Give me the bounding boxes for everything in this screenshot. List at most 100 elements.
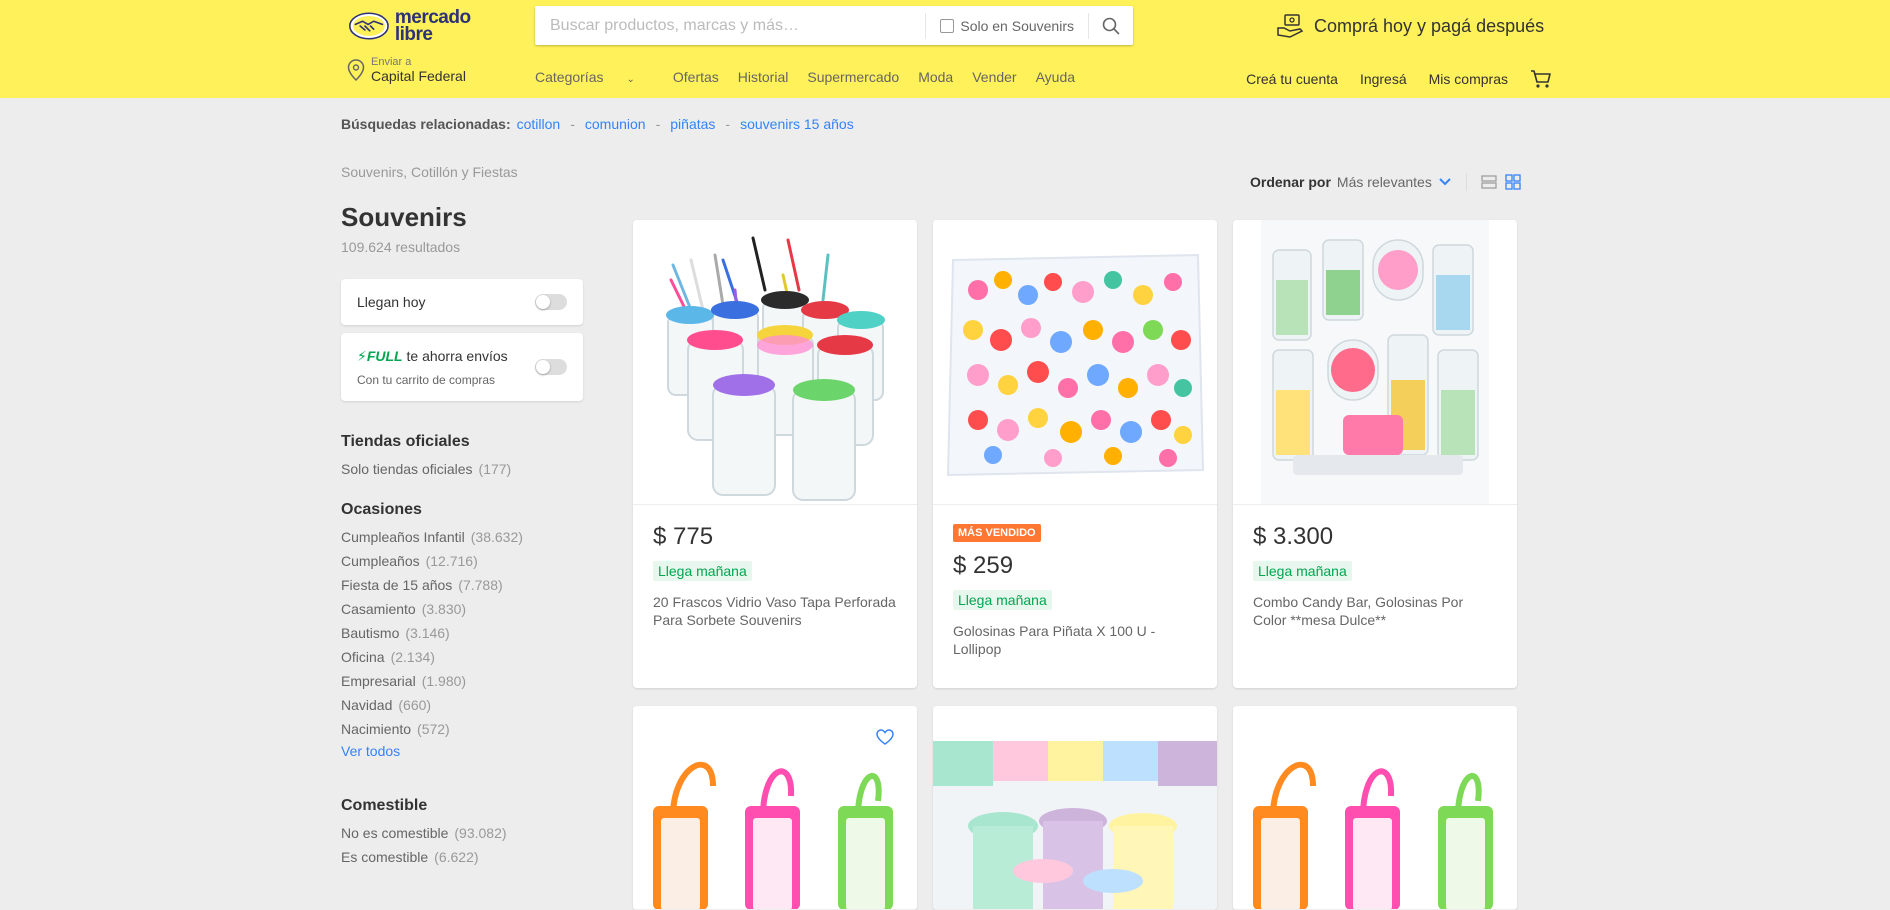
shipping-label: Llega mañana — [953, 590, 1052, 610]
product-card[interactable]: MÁS VENDIDO $ 259 Llega mañana Golosinas… — [933, 220, 1217, 688]
occasion-item[interactable]: Cumpleaños (12.716) — [341, 549, 583, 573]
occasions-list: Cumpleaños Infantil (38.632) Cumpleaños (1… — [341, 525, 583, 741]
product-title[interactable]: Combo Candy Bar, Golosinas Por Color **m… — [1253, 593, 1497, 629]
category-breadcrumb[interactable]: Souvenirs, Cotillón y Fiestas — [341, 164, 583, 180]
nav-moda[interactable]: Moda — [918, 69, 953, 85]
filter-arrive-today[interactable]: Llegan hoy — [341, 279, 583, 325]
occasion-item[interactable]: Cumpleaños Infantil (38.632) — [341, 525, 583, 549]
sort-label: Ordenar por — [1250, 174, 1331, 190]
sanitizer-holders-image — [1233, 706, 1517, 909]
chevron-down-icon: ⌄ — [626, 74, 635, 85]
filter-item-count: (6.622) — [434, 849, 479, 865]
nav-ayuda[interactable]: Ayuda — [1036, 69, 1075, 85]
related-separator: - — [725, 116, 731, 132]
occasion-item[interactable]: Fiesta de 15 años (7.788) — [341, 573, 583, 597]
filter-item-label: Solo tiendas oficiales — [341, 461, 473, 477]
filter-official-stores[interactable]: Solo tiendas oficiales (177) — [341, 457, 583, 481]
related-label: Búsquedas relacionadas: — [341, 116, 511, 132]
grid-view-button[interactable] — [1505, 174, 1521, 190]
list-view-button[interactable] — [1481, 174, 1497, 190]
filter-item-label: Navidad — [341, 697, 393, 713]
arrive-today-toggle[interactable] — [535, 294, 567, 310]
related-separator: - — [570, 116, 575, 132]
product-card[interactable]: $ 775 Llega mañana 20 Frascos Vidrio Vas… — [633, 220, 917, 688]
list-view-icon — [1481, 175, 1497, 189]
product-image-hand-sanitizer-2[interactable] — [1233, 706, 1517, 910]
product-image-candy-bar[interactable] — [1233, 220, 1517, 505]
occasion-item[interactable]: Oficina (2.134) — [341, 645, 583, 669]
sort-bar: Ordenar por Más relevantes — [1250, 173, 1529, 191]
nav-supermercado[interactable]: Supermercado — [807, 69, 899, 85]
location-selector[interactable]: Enviar a Capital Federal — [347, 56, 466, 84]
filter-item-count: (3.146) — [405, 625, 450, 641]
occasions-see-all-link[interactable]: Ver todos — [341, 743, 583, 759]
glass-jars-image — [633, 220, 917, 504]
full-toggle[interactable] — [535, 359, 567, 375]
shipping-label: Llega mañana — [1253, 561, 1352, 581]
occasions-title: Ocasiones — [341, 501, 422, 518]
only-in-souvenirs-checkbox[interactable]: Solo en Souvenirs — [926, 18, 1088, 34]
product-image-hand-sanitizer[interactable] — [633, 706, 917, 910]
related-term-pinatas[interactable]: piñatas — [670, 116, 715, 132]
nav-ofertas[interactable]: Ofertas — [673, 69, 719, 85]
product-title[interactable]: Golosinas Para Piñata X 100 U - Lollipop — [953, 622, 1197, 658]
occasion-item[interactable]: Bautismo (3.146) — [341, 621, 583, 645]
nav-categorias-label: Categorías — [535, 69, 604, 85]
filter-item-count: (572) — [417, 721, 450, 737]
related-term-souvenirs-15[interactable]: souvenirs 15 años — [740, 116, 854, 132]
promo-banner[interactable]: Comprá hoy y pagá después — [1276, 13, 1544, 39]
my-purchases-link[interactable]: Mis compras — [1429, 71, 1508, 87]
chevron-down-icon[interactable] — [1438, 177, 1452, 187]
heart-icon — [876, 729, 894, 745]
favorite-button[interactable] — [875, 728, 895, 751]
search-button[interactable] — [1089, 6, 1133, 45]
full-brand-label: FULL — [366, 347, 403, 364]
user-nav: Creá tu cuenta Ingresá Mis compras — [1224, 69, 1552, 89]
related-term-comunion[interactable]: comunion — [585, 116, 646, 132]
product-price: $ 259 — [953, 552, 1014, 579]
product-card[interactable]: $ 3.300 Llega mañana Combo Candy Bar, Go… — [1233, 220, 1517, 688]
location-small-label: Enviar a — [371, 56, 412, 68]
edible-item[interactable]: No es comestible (93.082) — [341, 821, 583, 845]
cart-icon — [1531, 70, 1551, 88]
product-image-glass-jars[interactable] — [633, 220, 917, 505]
edible-list: No es comestible (93.082) Es comestible (6… — [341, 821, 583, 869]
pastel-cups-image — [933, 706, 1217, 909]
product-title[interactable]: 20 Frascos Vidrio Vaso Tapa Perforada Pa… — [653, 593, 897, 629]
nav-historial[interactable]: Historial — [738, 69, 789, 85]
product-image-pastel-cups[interactable] — [933, 706, 1217, 910]
search-input[interactable] — [535, 6, 926, 45]
occasion-item[interactable]: Nacimiento (572) — [341, 717, 583, 741]
occasion-item[interactable]: Casamiento (3.830) — [341, 597, 583, 621]
candy-bag-image — [933, 220, 1217, 504]
nav-vender[interactable]: Vender — [972, 69, 1016, 85]
nav-categorias[interactable]: Categorías ⌄ — [535, 69, 654, 85]
filter-item-label: No es comestible — [341, 825, 449, 841]
product-image-candy-bag[interactable] — [933, 220, 1217, 505]
cart-button[interactable] — [1530, 69, 1552, 89]
filter-item-count: (93.082) — [454, 825, 507, 841]
filter-item-label: Fiesta de 15 años — [341, 577, 453, 593]
product-card[interactable] — [933, 706, 1217, 910]
related-term-cotillon[interactable]: cotillon — [517, 116, 561, 132]
sort-dropdown[interactable]: Más relevantes — [1337, 174, 1432, 190]
hand-cash-icon — [1277, 14, 1304, 38]
create-account-link[interactable]: Creá tu cuenta — [1246, 71, 1338, 87]
full-subtext: Con tu carrito de compras — [357, 372, 496, 387]
product-price: $ 775 — [653, 523, 714, 550]
mercadolibre-logo[interactable]: mercado libre — [349, 6, 489, 46]
filter-full[interactable]: ⚡FULL te ahorra envíos Con tu carrito de… — [341, 333, 583, 401]
logo-text: mercado libre — [394, 7, 471, 45]
edible-item[interactable]: Es comestible (6.622) — [341, 845, 583, 869]
filter-item-label: Es comestible — [341, 849, 429, 865]
product-card[interactable] — [1233, 706, 1517, 910]
product-info: $ 3.300 Llega mañana Combo Candy Bar, Go… — [1233, 505, 1517, 647]
filter-item-count: (3.830) — [421, 601, 467, 617]
product-card[interactable] — [633, 706, 917, 910]
login-link[interactable]: Ingresá — [1360, 71, 1407, 87]
occasion-item[interactable]: Navidad (660) — [341, 693, 583, 717]
best-seller-badge: MÁS VENDIDO — [953, 524, 1041, 542]
occasion-item[interactable]: Empresarial (1.980) — [341, 669, 583, 693]
checkbox-box[interactable] — [940, 18, 955, 33]
filter-item-count: (7.788) — [458, 577, 503, 593]
